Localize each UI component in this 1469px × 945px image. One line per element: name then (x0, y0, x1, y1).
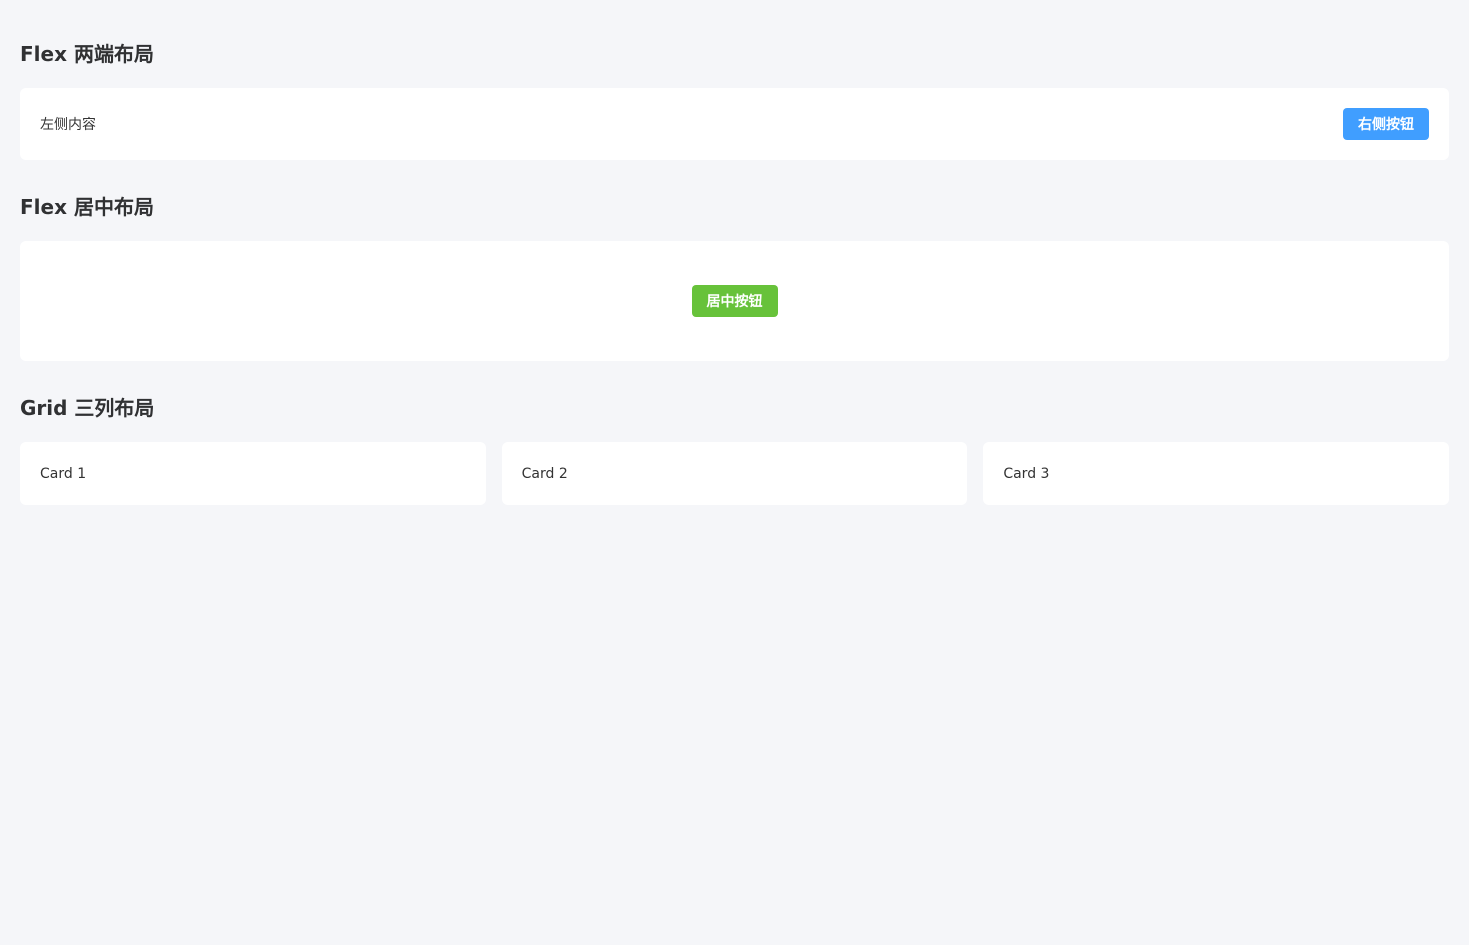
section-title-grid: Grid 三列布局 (20, 396, 155, 420)
flex-split-card: 左侧内容 右侧按钮 (20, 88, 1449, 160)
section-title-flex-split: Flex 两端布局 (20, 42, 154, 66)
grid-card-label: Card 1 (40, 465, 87, 482)
flex-center-card: 居中按钮 (20, 241, 1449, 361)
left-content-text: 左侧内容 (40, 117, 96, 133)
right-button[interactable]: 右侧按钮 (1343, 108, 1429, 140)
grid-three-columns: Card 1 Card 2 Card 3 (20, 442, 1449, 505)
center-button[interactable]: 居中按钮 (691, 285, 778, 317)
grid-card-1: Card 1 (20, 442, 486, 505)
grid-card-2: Card 2 (501, 442, 968, 505)
grid-card-label: Card 3 (1003, 465, 1050, 482)
grid-card-3: Card 3 (983, 442, 1449, 505)
grid-card-label: Card 2 (521, 465, 568, 482)
section-title-flex-center: Flex 居中布局 (20, 195, 154, 219)
